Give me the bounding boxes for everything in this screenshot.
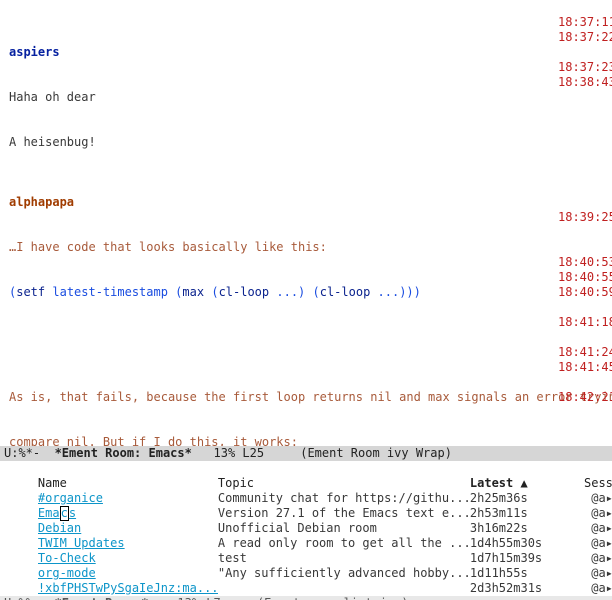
timestamp: 18:40:59	[558, 285, 612, 300]
timestamp: 18:40:55	[558, 270, 612, 285]
room-latest: 2h53m11s	[470, 506, 551, 521]
msg-line: Haha oh dear	[9, 90, 612, 105]
col-latest-header[interactable]: Latest ▲	[470, 476, 551, 491]
msg-line: As is, that fails, because the first loo…	[9, 390, 612, 405]
room-topic: Community chat for https://githu...	[218, 491, 470, 506]
col-name-header[interactable]: Name	[38, 476, 218, 491]
room-link[interactable]: TWIM Updates	[38, 536, 125, 550]
room-link[interactable]: Emacs	[38, 506, 76, 520]
nick-aspiers: aspiers	[9, 45, 612, 60]
msg-line: …I have code that looks basically like t…	[9, 240, 612, 255]
room-latest: 3h16m22s	[470, 521, 551, 536]
buffer-name: *Ement Rooms*	[55, 596, 149, 600]
timestamp: 18:41:24	[558, 345, 612, 360]
timestamp-column: 18:37:11 18:37:22 18:37:23 18:38:43 18:3…	[558, 0, 612, 405]
room-extra: @a▸	[551, 506, 612, 521]
text-cursor: c	[60, 506, 69, 521]
code-line: (setf latest-timestamp (max (cl-loop ...…	[9, 285, 612, 300]
timestamp: 18:42:21	[558, 390, 612, 405]
room-latest: 1d7h15m39s	[470, 551, 551, 566]
timestamp: 18:37:23	[558, 60, 612, 75]
room-link[interactable]: Debian	[38, 521, 81, 535]
room-list-buffer[interactable]: NameTopicLatest ▲Sess #organice Community…	[0, 461, 612, 596]
room-extra: @a▸	[551, 491, 612, 506]
room-link[interactable]: !xbfPHSTwPySgaIeJnz:ma...	[38, 581, 218, 595]
room-topic: "Any sufficiently advanced hobby...	[218, 566, 470, 581]
timestamp: 18:41:45	[558, 360, 612, 375]
col-extra-header[interactable]: Sess	[551, 476, 612, 491]
room-topic: A read only room to get all the ...	[218, 536, 470, 551]
col-topic-header[interactable]: Topic	[218, 476, 470, 491]
room-extra: @a▸	[551, 566, 612, 581]
timestamp: 18:39:25	[558, 210, 612, 225]
room-latest: 2d3h52m31s	[470, 581, 551, 596]
timestamp: 18:37:22	[558, 30, 612, 45]
timestamp: 18:37:11	[558, 15, 612, 30]
room-extra: @a▸	[551, 521, 612, 536]
room-topic: Version 27.1 of the Emacs text e...	[218, 506, 470, 521]
room-link[interactable]: org-mode	[38, 566, 96, 580]
chat-content: aspiers Haha oh dear A heisenbug! alphap…	[0, 0, 612, 446]
msg-line: A heisenbug!	[9, 135, 612, 150]
room-latest: 1d4h55m30s	[470, 536, 551, 551]
room-extra: @a▸	[551, 581, 612, 596]
room-topic: test	[218, 551, 470, 566]
modeline-top[interactable]: U:%*- *Ement Room: Emacs* 13% L25 (Ement…	[0, 446, 612, 461]
timestamp: 18:38:43	[558, 75, 612, 90]
timestamp: 18:41:18	[558, 315, 612, 330]
timestamp: 18:40:53	[558, 255, 612, 270]
room-link[interactable]: #organice	[38, 491, 103, 505]
room-extra: @a▸	[551, 551, 612, 566]
room-extra: @a▸	[551, 536, 612, 551]
room-list-header[interactable]: NameTopicLatest ▲Sess	[0, 461, 612, 476]
chat-buffer[interactable]: aspiers Haha oh dear A heisenbug! alphap…	[0, 0, 612, 446]
modeline-bottom[interactable]: U:%%- *Ement Rooms* 13% L7 (Ement room l…	[0, 596, 612, 600]
room-link[interactable]: To-Check	[38, 551, 96, 565]
buffer-name: *Ement Room: Emacs*	[55, 446, 192, 460]
room-latest: 2h25m36s	[470, 491, 551, 506]
nick-alphapapa: alphapapa	[9, 195, 612, 210]
room-topic: Unofficial Debian room	[218, 521, 470, 536]
msg-line: compare nil. But if I do this, it works:	[9, 435, 612, 446]
room-latest: 1d11h55s	[470, 566, 551, 581]
